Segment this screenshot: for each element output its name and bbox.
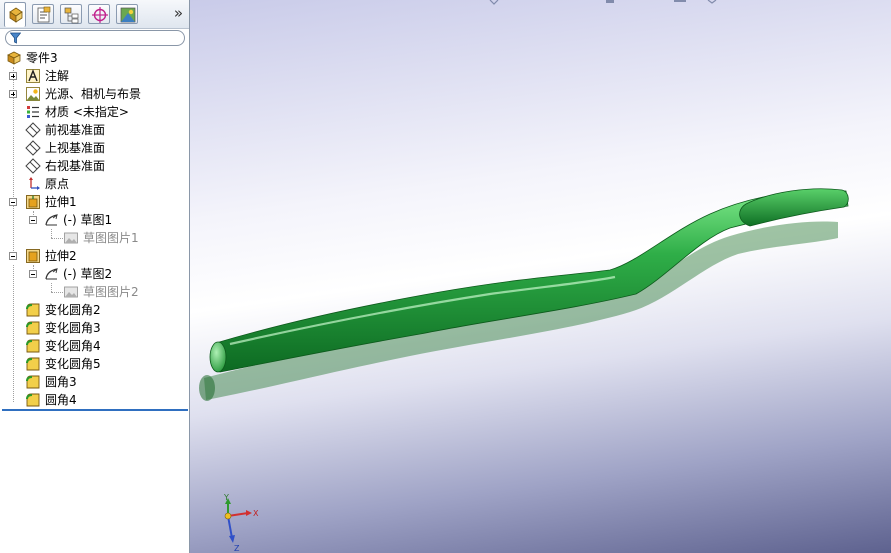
tree-item-material[interactable]: 材质 <未指定> [0,103,189,121]
tree-item-fillet3[interactable]: 圆角3 [0,373,189,391]
tree-item-variable-fillet2[interactable]: 变化圆角2 [0,301,189,319]
tree-item-annotations[interactable]: 注解 [0,67,189,85]
tree-label: 圆角4 [45,393,77,407]
sketch-icon [45,267,58,280]
panel-tab-bar: » [0,0,189,29]
plane-icon [25,140,41,156]
tree-label: 材质 <未指定> [45,105,129,119]
fillet-icon [26,321,40,335]
tree-item-extrude2[interactable]: 拉伸2 [0,247,189,265]
model-scene [199,0,849,401]
part-icon [7,51,21,65]
tree-label: 右视基准面 [45,159,106,173]
tree-filter-input[interactable] [5,30,185,46]
origin-icon [29,177,40,190]
collapse-icon[interactable] [9,252,17,260]
display-manager-icon [120,7,136,23]
collapse-icon[interactable] [29,216,37,224]
tree-label: 拉伸1 [45,195,77,209]
plane-icon [25,158,41,174]
tab-display-manager[interactable] [116,4,138,24]
tab-propertymanager[interactable] [32,4,54,24]
annotation-icon [26,69,40,83]
tree-item-sketch1[interactable]: (-) 草图1 [0,211,189,229]
dimxpert-target-icon [92,7,108,23]
triad-z-label: Z [234,544,240,553]
tree-label: 零件3 [26,51,58,65]
tree-item-variable-fillet4[interactable]: 变化圆角4 [0,337,189,355]
graphics-viewport[interactable]: Y X Z [190,0,891,553]
tree-item-lights-cameras-scene[interactable]: 光源、相机与布景 [0,85,189,103]
fillet-icon [26,357,40,371]
extrude-boss-icon [26,195,40,209]
tree-item-front-plane[interactable]: 前视基准面 [0,121,189,139]
collapse-icon[interactable] [9,198,17,206]
panel-more-chevron-icon[interactable]: » [174,4,183,22]
tree-item-part[interactable]: 零件3 [0,49,189,67]
triad-y-label: Y [223,494,229,502]
tree-item-variable-fillet5[interactable]: 变化圆角5 [0,355,189,373]
plane-icon [25,122,41,138]
tree-item-right-plane[interactable]: 右视基准面 [0,157,189,175]
propertymanager-icon [37,6,51,23]
expand-icon[interactable] [9,90,17,98]
filter-funnel-icon [10,32,21,44]
featuremanager-tree-icon [9,7,23,23]
tree-item-sketch-picture2[interactable]: 草图图片2 [0,283,189,301]
sketch-icon [45,213,58,226]
model-shadow-end [199,375,215,401]
tree-item-sketch2[interactable]: (-) 草图2 [0,265,189,283]
tree-label: 变化圆角4 [45,339,101,353]
tab-configurationmanager[interactable] [60,4,82,24]
fillet-icon [26,339,40,353]
tree-label: 上视基准面 [45,141,106,155]
heads-up-toolbar[interactable] [489,0,717,5]
tree-label: 变化圆角5 [45,357,101,371]
material-icon [27,106,39,118]
configurationmanager-icon [64,7,79,24]
tree-label: 圆角3 [45,375,77,389]
sketch-picture-icon [64,232,78,244]
tree-label: 前视基准面 [45,123,106,137]
collapse-icon[interactable] [29,270,37,278]
fillet-icon [26,303,40,317]
tab-dimxpertmanager[interactable] [88,4,110,24]
model-head[interactable] [739,188,849,227]
tree-label: 变化圆角3 [45,321,101,335]
extrude-boss-icon [26,249,40,263]
fillet-icon [26,375,40,389]
tree-item-fillet4[interactable]: 圆角4 [0,391,189,409]
tree-item-sketch-picture1[interactable]: 草图图片1 [0,229,189,247]
tree-item-extrude1[interactable]: 拉伸1 [0,193,189,211]
featuremanager-panel: » 零件3 注解 光源、相机与布景 材质 <未指定> 前视基准面 上视基准面 右… [0,0,190,553]
tree-label: 草图图片1 [83,231,139,245]
tree-label: (-) 草图2 [63,267,113,281]
tab-featuremanager[interactable] [4,2,26,27]
view-orientation-triad: Y X Z [223,494,259,553]
tree-label: 原点 [45,177,70,191]
model-end-cap [209,341,227,373]
tree-label: 拉伸2 [45,249,77,263]
tree-item-variable-fillet3[interactable]: 变化圆角3 [0,319,189,337]
tree-label: 变化圆角2 [45,303,101,317]
fillet-icon [26,393,40,407]
tree-label: 注解 [45,69,70,83]
expand-icon[interactable] [9,72,17,80]
tree-item-top-plane[interactable]: 上视基准面 [0,139,189,157]
tree-label: 光源、相机与布景 [45,87,142,101]
triad-x-label: X [253,509,259,518]
tree-label: 草图图片2 [83,285,139,299]
sketch-picture-icon [64,286,78,298]
lights-scene-icon [26,87,40,101]
tree-label: (-) 草图1 [63,213,113,227]
tree-item-origin[interactable]: 原点 [0,175,189,193]
rollback-bar[interactable] [2,409,188,411]
